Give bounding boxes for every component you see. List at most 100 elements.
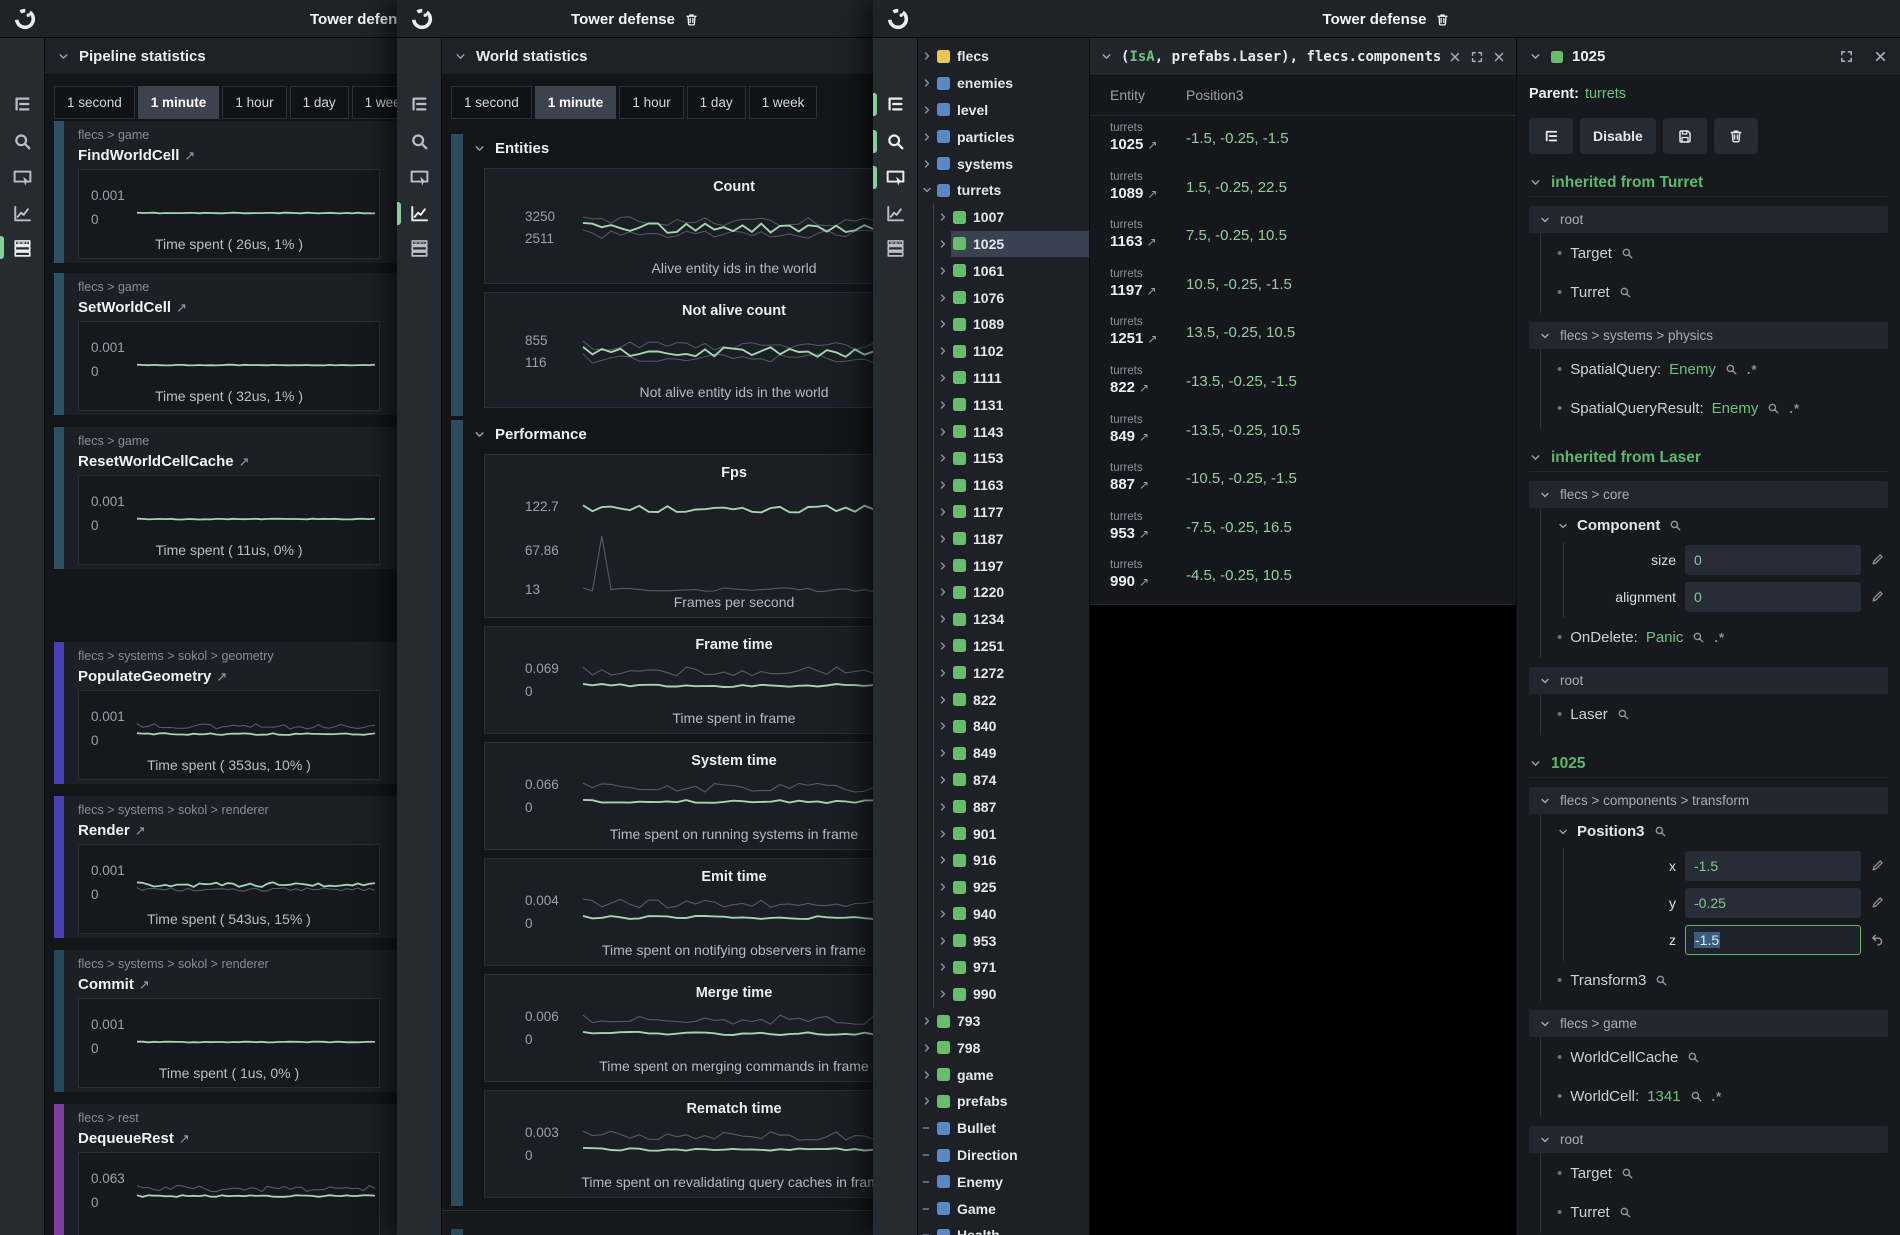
search-icon[interactable] <box>1691 630 1706 645</box>
tree-item-Game[interactable]: Game <box>918 1195 1089 1222</box>
chevron-icon[interactable] <box>934 774 951 786</box>
inherited-section-header[interactable]: inherited from Laser <box>1529 444 1888 472</box>
entity-link[interactable]: 953↗ <box>1110 525 1149 542</box>
entity-link[interactable]: 887↗ <box>1110 476 1149 493</box>
chevron-down-icon[interactable] <box>57 50 70 63</box>
parent-link[interactable]: turrets <box>1585 86 1626 102</box>
tab-1-week[interactable]: 1 week <box>352 86 397 119</box>
component-header-Component[interactable]: Component <box>1557 509 1888 542</box>
chevron-icon[interactable] <box>934 640 951 652</box>
search-icon[interactable] <box>1668 518 1683 533</box>
table-row-1251[interactable]: turrets 1251↗ 13.5, -0.25, 10.5 <box>1090 310 1516 359</box>
tree-item-1187[interactable]: 1187 <box>933 525 1089 552</box>
search-icon[interactable] <box>1766 401 1781 416</box>
entity-link[interactable]: 1025↗ <box>1110 136 1157 153</box>
card-system-link[interactable]: Commit↗ <box>78 976 150 993</box>
screen-share-icon[interactable] <box>885 167 906 188</box>
table-row-1197[interactable]: turrets 1197↗ 10.5, -0.25, -1.5 <box>1090 262 1516 311</box>
tree-item-1143[interactable]: 1143 <box>933 418 1089 445</box>
expand-icon[interactable] <box>1470 50 1484 64</box>
chevron-icon[interactable] <box>918 1069 935 1081</box>
chevron-icon[interactable] <box>918 1015 935 1027</box>
inherited-section-header[interactable]: inherited from Turret <box>1529 169 1888 197</box>
disable-button[interactable]: Disable <box>1580 118 1656 154</box>
chevron-icon[interactable] <box>934 399 951 411</box>
chevron-icon[interactable] <box>934 265 951 277</box>
save-button[interactable] <box>1663 118 1707 154</box>
entity-link[interactable]: 1089↗ <box>1110 185 1157 202</box>
field-input[interactable]: -1.5 <box>1685 851 1861 881</box>
search-icon[interactable] <box>1616 707 1631 722</box>
tab-1-hour[interactable]: 1 hour <box>619 86 683 119</box>
chart-icon[interactable] <box>885 203 906 224</box>
search-icon[interactable] <box>12 131 33 152</box>
card-system-link[interactable]: ResetWorldCellCache↗ <box>78 453 250 470</box>
edit-pencil-icon[interactable] <box>1870 858 1888 873</box>
stats-icon[interactable] <box>885 237 906 258</box>
entity-link[interactable]: 990↗ <box>1110 573 1149 590</box>
tree-item-901[interactable]: 901 <box>933 820 1089 847</box>
chevron-icon[interactable] <box>934 586 951 598</box>
trash-icon[interactable] <box>684 12 699 27</box>
tree-item-822[interactable]: 822 <box>933 686 1089 713</box>
tree-item-prefabs[interactable]: prefabs <box>918 1088 1089 1115</box>
component-header-Position3[interactable]: Position3 <box>1557 815 1888 848</box>
tree-item-1025[interactable]: 1025 <box>933 231 1089 258</box>
tree-item-1177[interactable]: 1177 <box>933 499 1089 526</box>
tree-item-940[interactable]: 940 <box>933 901 1089 928</box>
chevron-icon[interactable] <box>934 801 951 813</box>
tab-1-hour[interactable]: 1 hour <box>222 86 286 119</box>
tree-item-1089[interactable]: 1089 <box>933 311 1089 338</box>
chevron-icon[interactable] <box>934 908 951 920</box>
tree-item-1076[interactable]: 1076 <box>933 284 1089 311</box>
tree-item-flecs[interactable]: flecs <box>918 43 1089 70</box>
module-path-bar[interactable]: flecs > components > transform <box>1529 787 1888 814</box>
tree-item-1197[interactable]: 1197 <box>933 552 1089 579</box>
module-path-bar[interactable]: root <box>1529 206 1888 233</box>
chevron-icon[interactable] <box>934 881 951 893</box>
chevron-icon[interactable] <box>934 961 951 973</box>
stats-icon[interactable] <box>12 237 33 258</box>
undo-icon[interactable] <box>1870 932 1888 947</box>
tree-item-game[interactable]: game <box>918 1061 1089 1088</box>
chevron-icon[interactable] <box>934 426 951 438</box>
tree-item-793[interactable]: 793 <box>918 1008 1089 1035</box>
search-icon[interactable] <box>1618 1205 1633 1220</box>
screen-share-icon[interactable] <box>409 167 430 188</box>
chevron-icon[interactable] <box>934 345 951 357</box>
tree-item-1251[interactable]: 1251 <box>933 633 1089 660</box>
chevron-icon[interactable] <box>934 292 951 304</box>
tab-1-day[interactable]: 1 day <box>687 86 746 119</box>
tab-1-minute[interactable]: 1 minute <box>535 86 617 119</box>
chevron-icon[interactable] <box>934 452 951 464</box>
chart-icon[interactable] <box>409 203 430 224</box>
tree-item-874[interactable]: 874 <box>933 767 1089 794</box>
close-icon[interactable] <box>1873 49 1888 64</box>
search-icon[interactable] <box>1724 362 1739 377</box>
entity-link[interactable]: 1251↗ <box>1110 330 1157 347</box>
tree-item-971[interactable]: 971 <box>933 954 1089 981</box>
entity-link[interactable]: 822↗ <box>1110 379 1149 396</box>
chevron-icon[interactable] <box>918 50 935 62</box>
field-input[interactable]: -1.5 <box>1685 925 1861 955</box>
tree-item-925[interactable]: 925 <box>933 874 1089 901</box>
chevron-down-icon[interactable] <box>473 142 486 155</box>
module-path-bar[interactable]: root <box>1529 1126 1888 1153</box>
chevron-icon[interactable] <box>918 184 935 196</box>
field-input[interactable]: -0.25 <box>1685 888 1861 918</box>
chevron-icon[interactable] <box>934 854 951 866</box>
chevron-icon[interactable] <box>934 988 951 1000</box>
module-path-bar[interactable]: flecs > systems > physics <box>1529 322 1888 349</box>
tree-item-1163[interactable]: 1163 <box>933 472 1089 499</box>
tree-item-840[interactable]: 840 <box>933 713 1089 740</box>
chevron-icon[interactable] <box>934 694 951 706</box>
chart-icon[interactable] <box>12 203 33 224</box>
chevron-down-icon[interactable] <box>454 50 467 63</box>
edit-pencil-icon[interactable] <box>1870 895 1888 910</box>
entity-link[interactable]: 1197↗ <box>1110 282 1157 299</box>
tab-1-day[interactable]: 1 day <box>290 86 349 119</box>
chevron-icon[interactable] <box>918 77 935 89</box>
chevron-icon[interactable] <box>934 935 951 947</box>
module-path-bar[interactable]: flecs > core <box>1529 481 1888 508</box>
tree-item-849[interactable]: 849 <box>933 740 1089 767</box>
